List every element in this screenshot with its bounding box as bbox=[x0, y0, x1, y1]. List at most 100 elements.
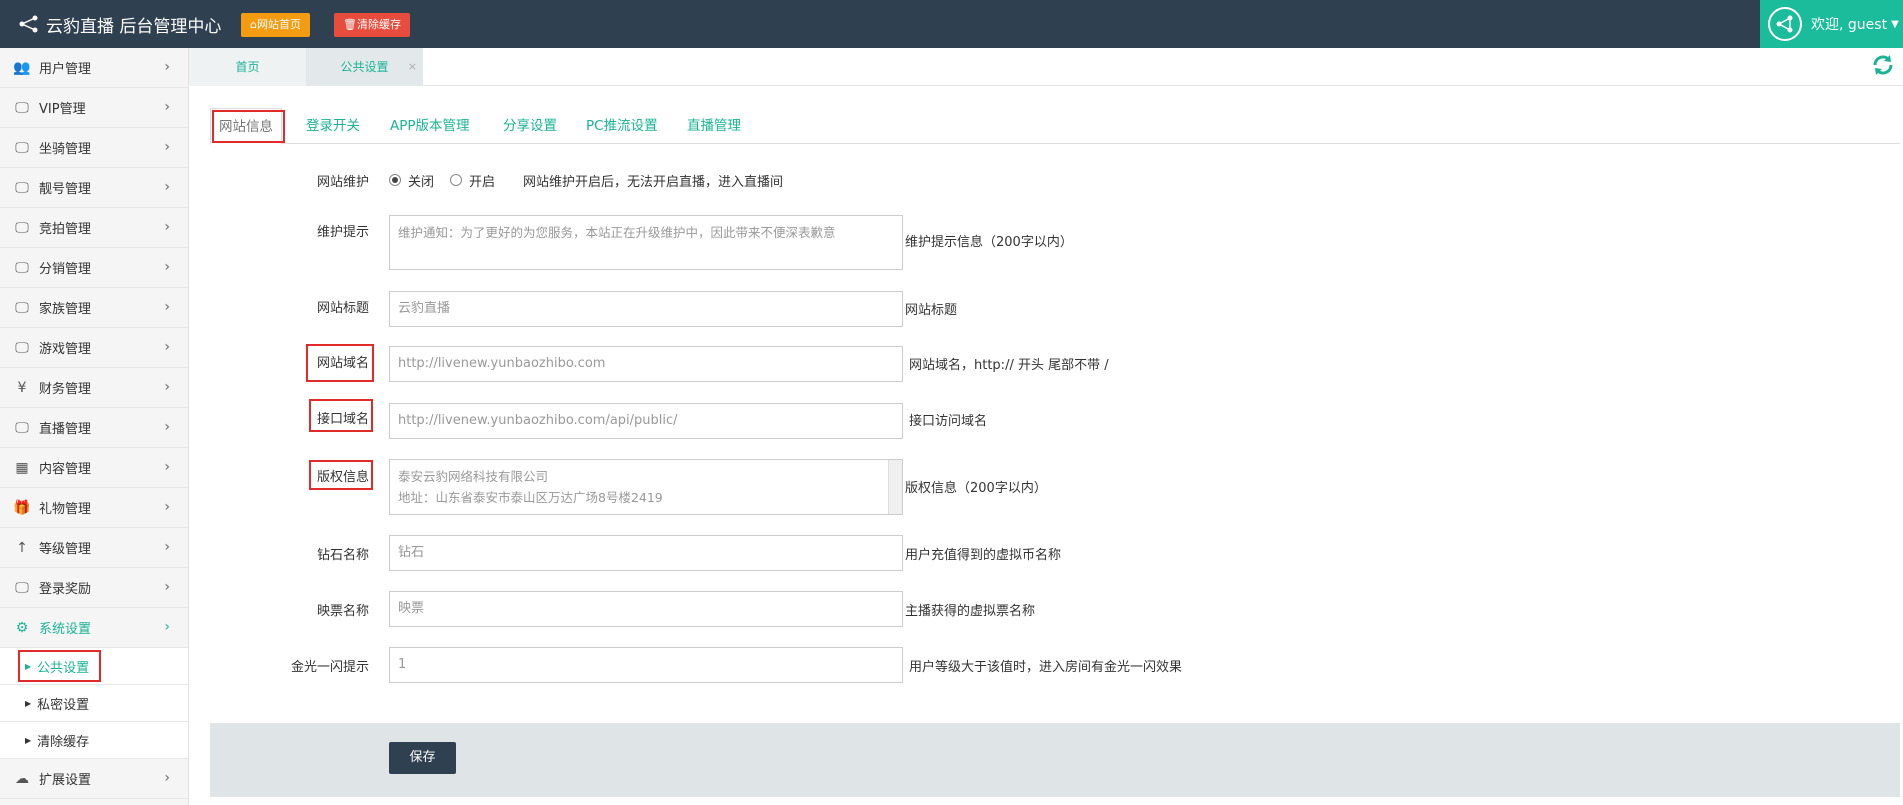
maintenance-hint: 网站维护开启后，无法开启直播，进入直播间 bbox=[523, 175, 784, 190]
flash-label: 金光一闪提示 bbox=[290, 660, 369, 675]
diamond-name-label: 钻石名称 bbox=[316, 548, 369, 563]
monitor-icon: 🖵 bbox=[15, 139, 29, 156]
highlight-site-info-tab bbox=[212, 110, 285, 143]
api-domain-input[interactable]: http://livenew.yunbaozhibo.com/api/publi… bbox=[389, 403, 903, 439]
sidebar-item-levels[interactable]: ↑ 等级管理 › bbox=[0, 528, 188, 568]
monitor-icon: 🖵 bbox=[15, 419, 29, 436]
maintenance-tip-hint: 维护提示信息（200字以内） bbox=[905, 235, 1073, 250]
subtab-live-management[interactable]: 直播管理 bbox=[687, 108, 741, 144]
welcome-text: 欢迎, guest bbox=[1811, 17, 1888, 33]
chevron-right-icon: › bbox=[164, 499, 170, 515]
sidebar-item-extension-settings[interactable]: ☁ 扩展设置 › bbox=[0, 759, 188, 799]
chevron-right-icon: › bbox=[164, 539, 170, 555]
chevron-right-icon: › bbox=[164, 59, 170, 75]
sidebar-item-finance[interactable]: ¥ 财务管理 › bbox=[0, 368, 188, 408]
chevron-right-icon: › bbox=[164, 459, 170, 475]
app-title: 云豹直播 后台管理中心 bbox=[46, 16, 222, 37]
highlight-site-domain bbox=[306, 344, 374, 382]
sidebar-subitem-private-settings[interactable]: ▶ 私密设置 bbox=[0, 685, 188, 722]
maintenance-off-radio[interactable] bbox=[389, 174, 401, 186]
flash-input[interactable]: 1 bbox=[389, 647, 903, 683]
site-title-input[interactable]: 云豹直播 bbox=[389, 291, 903, 327]
save-button[interactable]: 保存 bbox=[389, 742, 456, 774]
share-icon bbox=[19, 15, 38, 33]
sidebar-item-games[interactable]: 🖵 游戏管理 › bbox=[0, 328, 188, 368]
monitor-icon: 🖵 bbox=[15, 579, 29, 596]
cloud-icon: ☁ bbox=[15, 770, 29, 787]
refresh-icon[interactable] bbox=[1871, 53, 1895, 77]
site-title-hint: 网站标题 bbox=[905, 303, 958, 318]
sidebar-item-liang[interactable]: 🖵 靓号管理 › bbox=[0, 168, 188, 208]
chevron-right-icon: › bbox=[164, 419, 170, 435]
sidebar-item-gifts[interactable]: 🎁 礼物管理 › bbox=[0, 488, 188, 528]
maintenance-on-radio[interactable] bbox=[450, 174, 462, 186]
maintenance-on-label[interactable]: 开启 bbox=[469, 171, 495, 190]
sidebar-item-live[interactable]: 🖵 直播管理 › bbox=[0, 408, 188, 448]
clear-cache-button[interactable]: 🗑清除缓存 bbox=[334, 13, 410, 37]
api-domain-hint: 接口访问域名 bbox=[909, 414, 988, 429]
sidebar-subitem-clear-cache[interactable]: ▶ 清除缓存 bbox=[0, 722, 188, 759]
chevron-right-icon: › bbox=[164, 339, 170, 355]
users-icon: 👥 bbox=[13, 59, 31, 76]
sidebar-item-content[interactable]: ▦ 内容管理 › bbox=[0, 448, 188, 488]
sidebar-item-mounts[interactable]: 🖵 坐骑管理 › bbox=[0, 128, 188, 168]
maintenance-tip-textarea[interactable]: 维护通知：为了更好的为您服务，本站正在升级维护中，因此带来不便深表歉意 bbox=[389, 215, 903, 270]
sidebar-item-auction[interactable]: 🖵 竞拍管理 › bbox=[0, 208, 188, 248]
ticket-name-input[interactable]: 映票 bbox=[389, 591, 903, 627]
sidebar-item-distribution[interactable]: 🖵 分销管理 › bbox=[0, 248, 188, 288]
page-tabbar: 首页 公共设置 × bbox=[189, 48, 1903, 86]
chevron-right-icon: › bbox=[164, 179, 170, 195]
copyright-textarea[interactable]: 泰安云豹网络科技有限公司 地址：山东省泰安市泰山区万达广场8号楼2419 bbox=[389, 459, 903, 515]
triangle-right-icon: ▶ bbox=[25, 735, 32, 745]
grid-icon: ▦ bbox=[15, 459, 29, 476]
gears-icon: ⚙ bbox=[15, 619, 29, 636]
sidebar-item-system-settings[interactable]: ⚙ 系统设置 › bbox=[0, 608, 188, 648]
sidebar-item-users[interactable]: 👥 用户管理 › bbox=[0, 48, 188, 88]
site-title-label: 网站标题 bbox=[316, 301, 369, 316]
monitor-icon: 🖵 bbox=[15, 219, 29, 236]
top-header: 云豹直播 后台管理中心 ⌂网站首页 🗑清除缓存 欢迎, guest ▼ bbox=[0, 0, 1903, 48]
chevron-right-icon: › bbox=[164, 579, 170, 595]
sidebar-item-vip[interactable]: 🖵 VIP管理 › bbox=[0, 88, 188, 128]
sidebar-item-login-rewards[interactable]: 🖵 登录奖励 › bbox=[0, 568, 188, 608]
ticket-name-label: 映票名称 bbox=[316, 604, 369, 619]
copyright-line-2: 地址：山东省泰安市泰山区万达广场8号楼2419 bbox=[398, 490, 663, 505]
yen-icon: ¥ bbox=[17, 379, 27, 396]
site-home-button[interactable]: ⌂网站首页 bbox=[241, 13, 310, 37]
textarea-scrollbar[interactable] bbox=[888, 460, 902, 514]
gift-icon: 🎁 bbox=[13, 499, 31, 516]
subtab-login-switch[interactable]: 登录开关 bbox=[306, 108, 360, 144]
share-avatar-icon bbox=[1776, 15, 1793, 33]
arrow-up-icon: ↑ bbox=[16, 539, 28, 556]
monitor-icon: 🖵 bbox=[15, 259, 29, 276]
chevron-down-icon: › bbox=[164, 619, 170, 635]
subtab-pc-stream[interactable]: PC推流设置 bbox=[586, 108, 658, 144]
form-footer bbox=[210, 723, 1900, 797]
tab-home[interactable]: 首页 bbox=[189, 48, 306, 86]
site-domain-hint: 网站域名，http:// 开头 尾部不带 / bbox=[909, 358, 1109, 373]
triangle-right-icon: ▶ bbox=[25, 698, 32, 708]
subtab-share-settings[interactable]: 分享设置 bbox=[503, 108, 557, 144]
site-domain-input[interactable]: http://livenew.yunbaozhibo.com bbox=[389, 346, 903, 382]
chevron-right-icon: › bbox=[164, 299, 170, 315]
ticket-name-hint: 主播获得的虚拟票名称 bbox=[905, 604, 1036, 619]
app-logo[interactable]: 云豹直播 后台管理中心 bbox=[18, 12, 222, 37]
tab-public-settings[interactable]: 公共设置 × bbox=[306, 48, 423, 86]
monitor-icon: 🖵 bbox=[15, 339, 29, 356]
subtab-app-version[interactable]: APP版本管理 bbox=[390, 108, 470, 144]
flash-hint: 用户等级大于该值时，进入房间有金光一闪效果 bbox=[909, 660, 1183, 675]
monitor-icon: 🖵 bbox=[15, 179, 29, 196]
highlight-api-domain bbox=[309, 399, 373, 432]
chevron-right-icon: › bbox=[164, 219, 170, 235]
highlight-public-settings bbox=[18, 650, 101, 682]
close-icon[interactable]: × bbox=[408, 48, 417, 86]
diamond-name-input[interactable]: 钻石 bbox=[389, 535, 903, 571]
chevron-right-icon: › bbox=[164, 259, 170, 275]
monitor-icon: 🖵 bbox=[15, 299, 29, 316]
diamond-name-hint: 用户充值得到的虚拟币名称 bbox=[905, 548, 1062, 563]
highlight-copyright bbox=[309, 460, 373, 490]
chevron-right-icon: › bbox=[164, 99, 170, 115]
user-menu[interactable]: 欢迎, guest ▼ bbox=[1760, 0, 1903, 48]
maintenance-off-label[interactable]: 关闭 bbox=[408, 171, 434, 190]
sidebar-item-family[interactable]: 🖵 家族管理 › bbox=[0, 288, 188, 328]
